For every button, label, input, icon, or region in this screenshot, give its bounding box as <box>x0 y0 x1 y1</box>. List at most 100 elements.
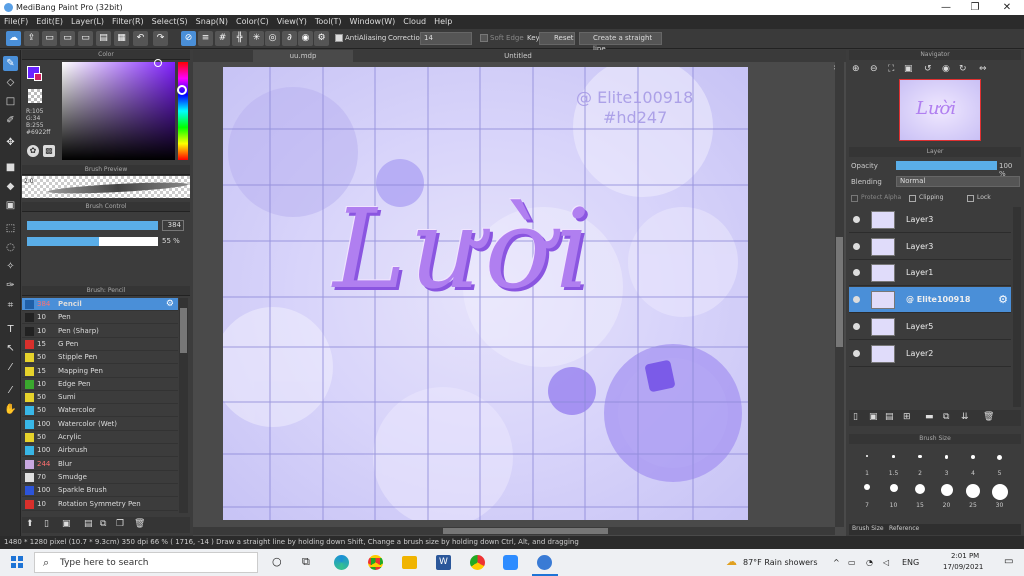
brush-size-preset[interactable]: 4 <box>961 451 985 477</box>
canvas-vertical-scrollbar[interactable] <box>835 62 844 527</box>
cross-snap-icon[interactable]: ╬ <box>232 31 247 46</box>
rotate-right-icon[interactable]: ↻ <box>959 64 967 74</box>
brush-size-preset[interactable]: 5 <box>988 451 1012 477</box>
folder-icon[interactable]: ▬ <box>925 412 934 422</box>
canvas-horizontal-scrollbar[interactable] <box>193 527 835 535</box>
brush-item[interactable]: 10 Rotation Symmetry Pen <box>22 498 178 511</box>
saturation-value-picker[interactable] <box>62 62 175 160</box>
navigator-preview[interactable]: Lười <box>899 79 981 141</box>
lasso-tool-icon[interactable]: ◌ <box>3 240 18 255</box>
reset-button[interactable]: Reset <box>539 32 575 45</box>
menu-filter[interactable]: Filter(R) <box>108 15 148 28</box>
brush-item[interactable]: 100 Sparkle Brush <box>22 484 178 498</box>
brush-duplicate-icon[interactable]: ❐ <box>116 519 124 529</box>
brush-item[interactable]: 15 G Pen <box>22 338 178 351</box>
new-layer-icon[interactable]: ▯ <box>853 412 858 422</box>
transparent-swatch[interactable] <box>28 89 42 103</box>
visibility-eye-icon[interactable] <box>853 269 860 277</box>
delete-brush-icon[interactable]: 🗑 <box>134 519 145 529</box>
layer-list-scrollbar[interactable] <box>1013 207 1021 407</box>
protect-alpha-checkbox[interactable] <box>851 195 858 202</box>
delete-layer-icon[interactable]: 🗑 <box>983 412 994 422</box>
brush-item[interactable]: 50 Watercolor <box>22 404 178 418</box>
brush-item[interactable]: 50 Stipple Pen <box>22 351 178 365</box>
tray-chevron-icon[interactable]: ^ <box>833 558 840 567</box>
cortana-icon[interactable]: ○ <box>272 555 282 568</box>
word-icon[interactable]: W <box>436 555 451 570</box>
correction-select[interactable]: 14 <box>420 32 472 45</box>
curve-snap-icon[interactable]: ∂ <box>282 31 297 46</box>
chrome-icon[interactable] <box>368 555 383 570</box>
actual-size-icon[interactable]: ▣ <box>904 64 913 74</box>
vertical-scroll-thumb[interactable] <box>836 237 843 347</box>
zoom-icon[interactable] <box>503 555 518 570</box>
visibility-eye-icon[interactable] <box>853 242 860 250</box>
zoom-in-icon[interactable]: ⊕ <box>852 64 860 74</box>
start-windows-icon[interactable] <box>11 556 23 568</box>
menu-view[interactable]: View(Y) <box>273 15 311 28</box>
brush-size-preset[interactable]: 15 <box>908 483 932 509</box>
document-icon[interactable]: ▤ <box>96 31 111 46</box>
gradient-tool-icon[interactable]: ▣ <box>3 198 18 213</box>
magic-wand-tool-icon[interactable]: ✧ <box>3 259 18 274</box>
duplicate-layer-icon[interactable]: ⧉ <box>943 412 949 422</box>
new-8bit-layer-icon[interactable]: ▤ <box>885 412 894 422</box>
brush-item[interactable]: 50 Sumi <box>22 391 178 405</box>
menu-file[interactable]: File(F) <box>0 15 32 28</box>
menu-cloud[interactable]: Cloud <box>399 15 430 28</box>
brush-size-preset[interactable]: 2 <box>908 451 932 477</box>
layer-row[interactable]: Layer3 <box>849 207 1011 233</box>
message-icon[interactable]: ▭ <box>78 31 93 46</box>
hand-tool-icon[interactable]: ✋ <box>3 402 18 417</box>
brush-item[interactable]: 50 Acrylic <box>22 431 178 444</box>
brush-size-slider[interactable] <box>27 221 158 230</box>
antialiasing-checkbox[interactable] <box>335 34 343 42</box>
brush-scroll-thumb[interactable] <box>180 308 187 353</box>
pen-tool-icon[interactable]: ✐ <box>3 113 18 128</box>
tab-untitled[interactable]: Untitled <box>463 50 573 62</box>
horizontal-scroll-thumb[interactable] <box>443 528 608 534</box>
file-explorer-icon[interactable] <box>402 556 417 569</box>
brush-item[interactable]: 100 Watercolor (Wet) <box>22 418 178 431</box>
menu-color[interactable]: Color(C) <box>232 15 273 28</box>
volume-icon[interactable]: ◁ <box>883 558 889 567</box>
radial-snap-icon[interactable]: ✳ <box>249 31 264 46</box>
share-icon[interactable]: ⇪ <box>24 31 39 46</box>
brush-list-scrollbar[interactable] <box>179 298 188 513</box>
wifi-icon[interactable]: ◔ <box>866 558 873 567</box>
tab-brush-size[interactable]: Brush Size <box>852 525 884 532</box>
clock-time[interactable]: 2:01 PM <box>951 552 979 560</box>
layer-options-icon[interactable]: ⊞ <box>903 412 911 422</box>
lock-checkbox[interactable] <box>967 195 974 202</box>
flip-icon[interactable]: ⇔ <box>979 64 987 74</box>
layer-row[interactable]: @ Elite100918 ⚙ <box>849 287 1011 314</box>
sv-cursor[interactable] <box>154 59 162 67</box>
palette-icon[interactable]: ✿ <box>27 145 39 157</box>
brush-item[interactable]: 244 Blur <box>22 458 178 471</box>
new-brush-icon[interactable]: ▯ <box>44 519 49 529</box>
menu-window[interactable]: Window(W) <box>346 15 400 28</box>
menu-layer[interactable]: Layer(L) <box>67 15 108 28</box>
brush-item[interactable]: 70 Smudge <box>22 471 178 484</box>
taskbar-search-box[interactable]: ⌕ Type here to search <box>34 552 258 573</box>
soft-edge-checkbox[interactable] <box>480 34 488 42</box>
new-halftone-layer-icon[interactable]: ▣ <box>869 412 878 422</box>
brush-size-preset[interactable]: 20 <box>935 483 959 509</box>
brush-size-preset[interactable]: 1.5 <box>882 451 906 477</box>
brush-opacity-slider[interactable] <box>27 237 158 246</box>
brush-item[interactable]: 15 Mapping Pen <box>22 365 178 378</box>
brush-item[interactable]: 10 Edge Pen <box>22 378 178 391</box>
grid-icon[interactable]: ▦ <box>114 31 129 46</box>
divide-tool-icon[interactable]: ⌗ <box>3 298 18 313</box>
brush-size-preset[interactable]: 1 <box>855 451 879 477</box>
medibang-taskbar-icon[interactable] <box>537 555 552 570</box>
brush-size-preset[interactable]: 10 <box>882 483 906 509</box>
secondary-color-swatch[interactable] <box>34 73 42 81</box>
straight-line-button[interactable]: Create a straight line <box>579 32 662 53</box>
select-tool-icon[interactable]: ⬚ <box>3 221 18 236</box>
notification-icon[interactable]: ▭ <box>1004 556 1013 567</box>
menu-edit[interactable]: Edit(E) <box>32 15 67 28</box>
merge-layer-icon[interactable]: ⇊ <box>961 412 969 422</box>
chat-icon[interactable]: ▭ <box>60 31 75 46</box>
undo-icon[interactable]: ↶ <box>133 31 148 46</box>
